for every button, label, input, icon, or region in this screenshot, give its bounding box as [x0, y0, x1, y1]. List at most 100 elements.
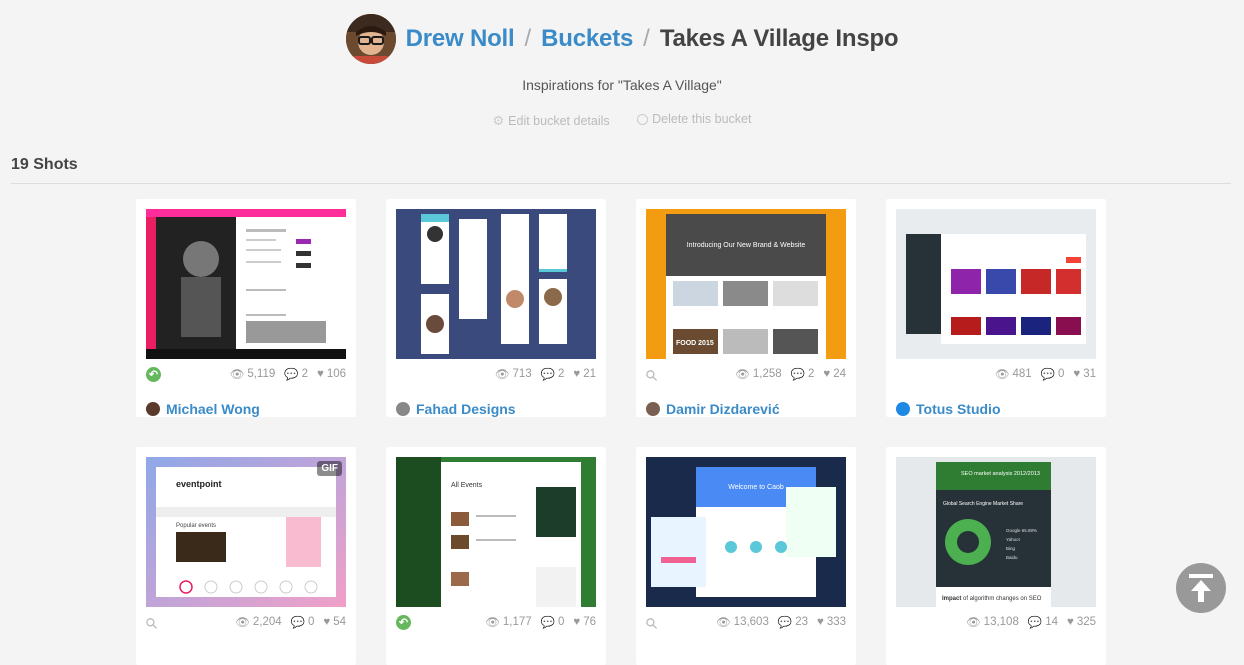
likes-count: 54: [333, 616, 346, 628]
comments-count: 2: [301, 368, 308, 380]
thumb-legend: Google 65.88%: [1006, 528, 1037, 533]
link-icon[interactable]: ⚲: [142, 611, 164, 634]
likes-count: 24: [833, 368, 846, 380]
comment-icon: 💬: [290, 617, 305, 629]
shot-author[interactable]: Michael Wong: [146, 401, 260, 417]
shot-card: eventpoint Popular events GIF ⚲ 👁 2,204 💬…: [136, 447, 356, 665]
buckets-link[interactable]: Buckets: [541, 25, 633, 53]
likes-stat[interactable]: ♥ 54: [323, 616, 346, 628]
delete-bucket-button[interactable]: Delete this bucket: [637, 112, 751, 126]
author-avatar: [646, 402, 660, 416]
shot-author[interactable]: Totus Studio: [896, 401, 1001, 417]
comments-stat[interactable]: 💬 23: [778, 615, 808, 629]
shot-stats: ⚲ 👁 2,204 💬 0 ♥ 54: [142, 611, 346, 634]
thumb-title: All Events: [451, 482, 483, 489]
thumb-subtitle: Global Search Engine Market Share: [943, 501, 1023, 507]
likes-stat[interactable]: ♥ 31: [1073, 368, 1096, 380]
gear-icon: ⚙: [492, 112, 505, 128]
shot-card: SEO market analysis 2012/2013 Global Sea…: [886, 447, 1106, 665]
likes-stat[interactable]: ♥ 76: [573, 616, 596, 628]
shot-stats: ↶ 👁 5,119 💬 2 ♥ 106: [146, 365, 346, 383]
shot-author[interactable]: Damir Dizdarević: [646, 401, 780, 417]
thumb-popular: Popular events: [176, 523, 216, 529]
views-stat: 👁 481: [995, 367, 1032, 381]
thumb-legend: Bing: [1006, 546, 1016, 551]
shot-author[interactable]: Fahad Designs: [396, 401, 516, 417]
comments-stat[interactable]: 💬 0: [541, 615, 565, 629]
shot-thumbnail[interactable]: Welcome to Caob: [646, 457, 846, 607]
breadcrumb-separator: /: [524, 25, 532, 52]
author-avatar: [896, 402, 910, 416]
comment-icon: 💬: [540, 617, 555, 629]
eye-icon: 👁: [485, 617, 500, 629]
heart-icon: ♥: [823, 368, 831, 380]
delete-icon: [637, 113, 649, 125]
likes-count: 333: [826, 616, 846, 628]
comments-stat[interactable]: 💬 2: [791, 367, 815, 381]
views-count: 1,258: [752, 368, 782, 380]
likes-stat[interactable]: ♥ 21: [573, 368, 596, 380]
divider: [11, 183, 1231, 184]
shot-card: 👁 481 💬 0 ♥ 31: [886, 199, 1106, 417]
views-count: 5,119: [247, 368, 276, 380]
comments-stat[interactable]: 💬 2: [284, 367, 308, 381]
owner-link[interactable]: Drew Noll: [406, 25, 515, 53]
comments-stat[interactable]: 💬 14: [1028, 615, 1058, 629]
page-title: Takes A Village Inspo: [659, 25, 899, 52]
likes-stat[interactable]: ♥ 106: [317, 368, 346, 380]
eye-icon: 👁: [235, 617, 250, 629]
comments-count: 2: [557, 368, 565, 380]
views-stat: 👁 1,177: [485, 615, 531, 629]
shot-thumbnail[interactable]: [146, 209, 346, 359]
shot-thumbnail[interactable]: eventpoint Popular events GIF: [146, 457, 346, 607]
scroll-to-top-button[interactable]: [1176, 563, 1226, 613]
shot-stats: 👁 713 💬 2 ♥ 21: [396, 365, 596, 383]
views-count: 713: [512, 368, 532, 380]
views-count: 2,204: [252, 616, 282, 628]
shot-stats: ⚲ 👁 13,603 💬 23 ♥ 333: [642, 611, 846, 634]
author-name: Damir Dizdarević: [666, 401, 780, 417]
rebound-icon[interactable]: ↶: [396, 614, 411, 630]
comments-stat[interactable]: 💬 0: [1041, 367, 1065, 381]
shot-card: All Events ↶ 👁 1,177 💬 0 ♥ 76: [386, 447, 606, 665]
link-icon[interactable]: ⚲: [642, 363, 664, 386]
likes-stat[interactable]: ♥ 325: [1067, 616, 1096, 628]
views-stat: 👁 13,108: [966, 615, 1019, 629]
likes-stat[interactable]: ♥ 333: [817, 616, 846, 628]
owner-avatar[interactable]: [345, 14, 396, 64]
author-avatar: [146, 402, 160, 416]
views-count: 13,108: [983, 616, 1019, 628]
comments-count: 23: [795, 616, 808, 628]
shot-thumbnail[interactable]: [896, 209, 1096, 359]
shot-thumbnail[interactable]: Introducing Our New Brand & Website FOOD…: [646, 209, 846, 359]
edit-bucket-button[interactable]: ⚙ Edit bucket details: [493, 113, 610, 129]
shot-card: Welcome to Caob ⚲ 👁 13,603 💬 23 ♥ 333: [636, 447, 856, 665]
shot-thumbnail[interactable]: SEO market analysis 2012/2013 Global Sea…: [896, 457, 1096, 607]
thumb-title: Welcome to Caob: [728, 484, 784, 491]
likes-stat[interactable]: ♥ 24: [823, 368, 846, 380]
heart-icon: ♥: [573, 368, 581, 380]
eye-icon: 👁: [966, 617, 981, 629]
likes-count: 76: [583, 616, 596, 628]
author-name: Michael Wong: [166, 401, 260, 417]
bucket-actions: ⚙ Edit bucket details Delete this bucket: [0, 112, 1244, 129]
views-stat: 👁 1,258: [735, 367, 781, 381]
heart-icon: ♥: [816, 616, 824, 628]
link-icon[interactable]: ⚲: [642, 611, 664, 634]
comments-count: 14: [1045, 616, 1058, 628]
comments-stat[interactable]: 💬 0: [291, 615, 315, 629]
shots-count: 19 Shots: [11, 156, 78, 173]
likes-count: 325: [1076, 616, 1096, 628]
views-stat: 👁 13,603: [716, 615, 769, 629]
comment-icon: 💬: [1040, 369, 1055, 381]
shot-card: 👁 713 💬 2 ♥ 21: [386, 199, 606, 417]
rebound-icon[interactable]: ↶: [146, 366, 161, 382]
comments-count: 0: [557, 616, 565, 628]
comments-stat[interactable]: 💬 2: [541, 367, 565, 381]
shot-thumbnail[interactable]: [396, 209, 596, 359]
shot-thumbnail[interactable]: All Events: [396, 457, 596, 607]
author-name: Fahad Designs: [416, 401, 516, 417]
arrow-up-icon: [1189, 574, 1213, 602]
likes-count: 31: [1083, 368, 1096, 380]
comment-icon: 💬: [790, 369, 805, 381]
